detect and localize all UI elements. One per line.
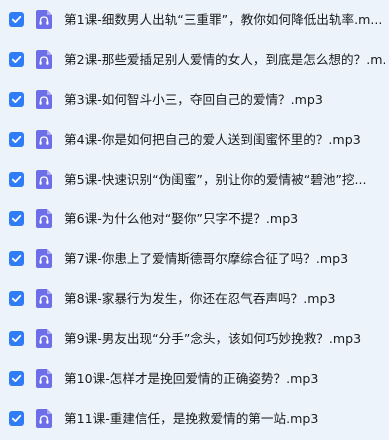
file-row[interactable]: 第5课-快速识别“伪闺蜜”，别让你的爱情被“碧池”挖... (0, 160, 389, 199)
checkbox-checked-icon[interactable] (9, 132, 24, 147)
checkbox-checked-icon[interactable] (9, 291, 24, 306)
file-row[interactable]: 第4课-你是如何把自己的爱人送到闺蜜怀里的？.mp3 (0, 120, 389, 159)
audio-file-icon (35, 169, 53, 190)
checkbox-checked-icon[interactable] (9, 211, 24, 226)
file-row[interactable]: 第11课-重建信任，是挽救爱情的第一站.mp3 (0, 399, 389, 438)
audio-file-icon (35, 9, 53, 30)
checkbox-checked-icon[interactable] (9, 371, 24, 386)
file-row[interactable]: 第1课-细数男人出轨“三重罪”，教你如何降低出轨率.m... (0, 0, 389, 39)
file-name: 第1课-细数男人出轨“三重罪”，教你如何降低出轨率.m... (64, 12, 383, 27)
audio-file-icon (35, 408, 53, 429)
checkbox-checked-icon[interactable] (9, 52, 24, 67)
audio-file-icon (35, 49, 53, 70)
audio-file-icon (35, 368, 53, 389)
audio-file-icon (35, 288, 53, 309)
file-row[interactable]: 第8课-家暴行为发生，你还在忍气吞声吗？.mp3 (0, 279, 389, 318)
file-name: 第11课-重建信任，是挽救爱情的第一站.mp3 (64, 411, 319, 426)
audio-file-icon (35, 208, 53, 229)
file-name: 第2课-那些爱插足别人爱情的女人，到底是怎么想的？.m... (64, 52, 385, 67)
checkbox-checked-icon[interactable] (9, 92, 24, 107)
file-name: 第5课-快速识别“伪闺蜜”，别让你的爱情被“碧池”挖... (64, 172, 367, 187)
file-row[interactable]: 第6课-为什么他对“娶你”只字不提？.mp3 (0, 199, 389, 238)
file-name: 第10课-怎样才是挽回爱情的正确姿势？.mp3 (64, 371, 319, 386)
file-row[interactable]: 第3课-如何智斗小三，夺回自己的爱情？.mp3 (0, 80, 389, 119)
file-name: 第8课-家暴行为发生，你还在忍气吞声吗？.mp3 (64, 291, 336, 306)
checkbox-checked-icon[interactable] (9, 251, 24, 266)
checkbox-checked-icon[interactable] (9, 172, 24, 187)
file-row[interactable]: 第2课-那些爱插足别人爱情的女人，到底是怎么想的？.m... (0, 40, 389, 79)
audio-file-icon (35, 328, 53, 349)
audio-file-icon (35, 248, 53, 269)
file-name: 第7课-你患上了爱情斯德哥尔摩综合征了吗？.mp3 (64, 251, 349, 266)
checkbox-checked-icon[interactable] (9, 12, 24, 27)
audio-file-icon (35, 129, 53, 150)
audio-file-icon (35, 89, 53, 110)
file-row[interactable]: 第9课-男友出现“分手”念头，该如何巧妙挽救？.mp3 (0, 319, 389, 358)
file-name: 第9课-男友出现“分手”念头，该如何巧妙挽救？.mp3 (64, 331, 362, 346)
file-name: 第4课-你是如何把自己的爱人送到闺蜜怀里的？.mp3 (64, 132, 361, 147)
checkbox-checked-icon[interactable] (9, 331, 24, 346)
file-name: 第6课-为什么他对“娶你”只字不提？.mp3 (64, 211, 299, 226)
file-list: 第1课-细数男人出轨“三重罪”，教你如何降低出轨率.m... 第2课-那些爱插足… (0, 0, 389, 440)
file-row[interactable]: 第10课-怎样才是挽回爱情的正确姿势？.mp3 (0, 359, 389, 398)
file-name: 第3课-如何智斗小三，夺回自己的爱情？.mp3 (64, 92, 323, 107)
checkbox-checked-icon[interactable] (9, 411, 24, 426)
file-row[interactable]: 第7课-你患上了爱情斯德哥尔摩综合征了吗？.mp3 (0, 239, 389, 278)
